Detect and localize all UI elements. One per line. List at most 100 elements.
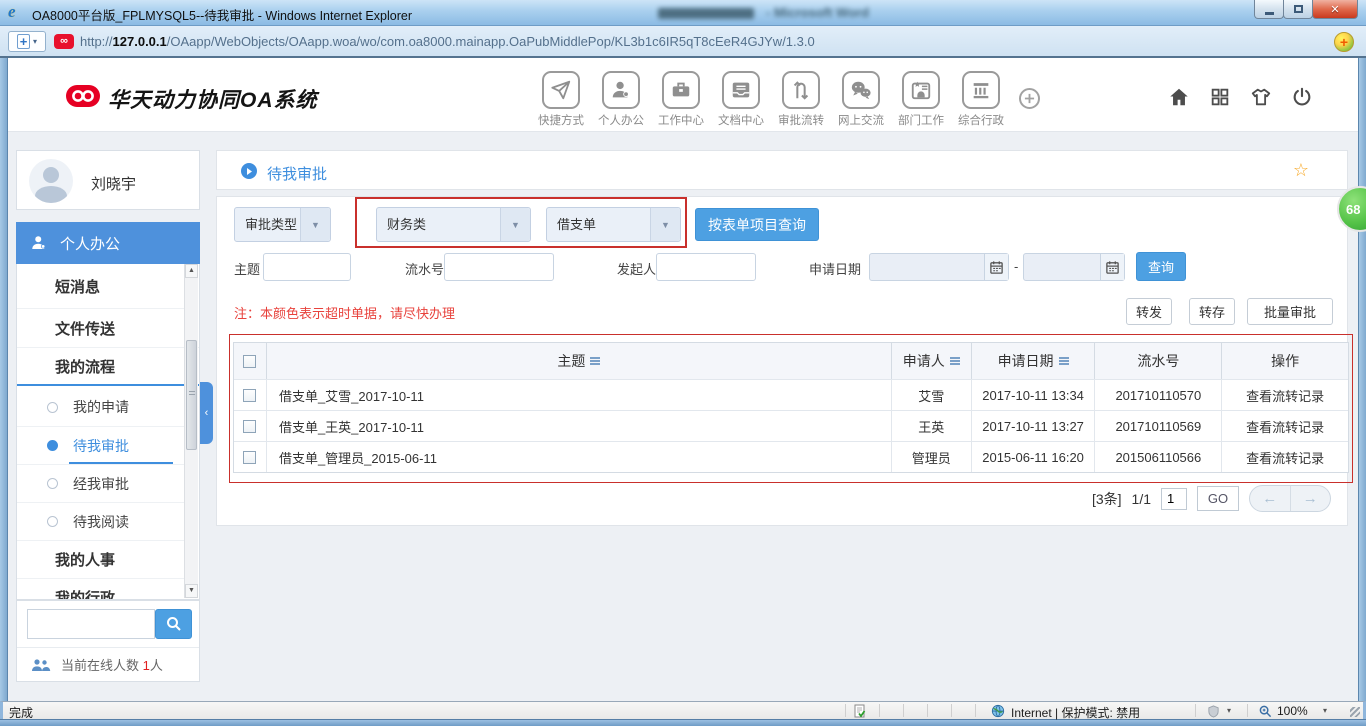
row-view-flow-link[interactable]: 查看流转记录 (1221, 380, 1348, 410)
prev-page-icon[interactable]: ← (1250, 486, 1291, 511)
calendar-icon[interactable] (984, 254, 1008, 280)
row-subject-link[interactable]: 借支单_艾雪_2017-10-11 (266, 380, 891, 410)
sidebar-item-pending-read[interactable]: 待我阅读 (17, 502, 187, 540)
window-frame-right (1358, 58, 1366, 701)
nav-item-work-center[interactable]: 工作中心 (657, 71, 705, 128)
nav-item-department-work[interactable]: 部门工作 (897, 71, 945, 128)
category-select[interactable]: 财务类 ▼ (376, 207, 531, 242)
serial-input[interactable] (444, 253, 554, 281)
batch-approve-button[interactable]: 批量审批 (1247, 298, 1333, 325)
row-subject-link[interactable]: 借支单_王英_2017-10-11 (266, 411, 891, 441)
home-icon[interactable] (1168, 86, 1190, 108)
online-users-icon (31, 658, 51, 672)
column-header-apply-date[interactable]: 申请日期 (971, 343, 1095, 379)
nav-item-online-chat[interactable]: 网上交流 (837, 71, 885, 128)
nav-item-document-center[interactable]: 文档中心 (717, 71, 765, 128)
url-host: 127.0.0.1 (113, 34, 167, 49)
radio-icon (47, 478, 58, 489)
subject-label: 主题 (234, 259, 260, 278)
nav-item-shortcuts[interactable]: 快捷方式 (537, 71, 585, 128)
column-header-applicant[interactable]: 申请人 (891, 343, 971, 379)
sidebar-item-messages[interactable]: 短消息 (17, 264, 187, 308)
nav-label: 网上交流 (838, 112, 884, 128)
date-from-input[interactable] (869, 253, 1009, 281)
sidebar-item-file-transfer[interactable]: 文件传送 (17, 308, 187, 347)
separator (951, 704, 952, 717)
sidebar-item-label: 待我阅读 (73, 512, 129, 532)
pagination: [3条] 1/1 GO ← → (1092, 485, 1331, 512)
form-item-query-button[interactable]: 按表单项目查询 (695, 208, 819, 241)
row-view-flow-link[interactable]: 查看流转记录 (1221, 411, 1348, 441)
sidebar-item-label: 文件传送 (55, 318, 115, 339)
scrollbar-thumb[interactable] (186, 340, 197, 450)
chevron-down-icon: ▼ (650, 208, 680, 241)
search-button[interactable] (155, 609, 192, 639)
sidebar-item-my-workflow[interactable]: 我的流程 (17, 347, 200, 386)
nav-item-approval-flow[interactable]: 审批流转 (777, 71, 825, 128)
row-checkbox[interactable] (243, 420, 256, 433)
row-checkbox[interactable] (243, 389, 256, 402)
url-scheme: http:// (80, 34, 113, 49)
address-field[interactable]: http://127.0.0.1/OAapp/WebObjects/OAapp.… (80, 34, 815, 49)
scroll-down-icon[interactable]: ▼ (185, 584, 198, 598)
security-zone-text: Internet | 保护模式: 禁用 (1011, 704, 1140, 721)
go-button[interactable]: GO (1197, 486, 1239, 511)
theme-shirt-icon[interactable] (1250, 86, 1272, 108)
resize-grip[interactable] (1350, 707, 1360, 717)
favorite-star-icon[interactable]: ☆ (1293, 160, 1309, 181)
row-view-flow-link[interactable]: 查看流转记录 (1221, 442, 1348, 472)
shortcut-send-icon (542, 71, 580, 109)
sidebar-scrollbar[interactable]: ▲ ▼ (184, 264, 198, 598)
sidebar-item-pending-approval[interactable]: 待我审批 (17, 426, 187, 464)
zoom-level[interactable]: 100% (1277, 704, 1308, 718)
maximize-button[interactable] (1283, 0, 1313, 19)
add-favorite-button[interactable]: + ▾ (8, 31, 46, 52)
sidebar-section-personal-office[interactable]: 个人办公 (16, 222, 200, 264)
column-header-subject[interactable]: 主题 (266, 343, 891, 379)
subject-input[interactable] (263, 253, 351, 281)
approval-table: 主题 申请人 申请日期 流水号 操作 借支单_艾雪_2017-10-11 艾雪 … (233, 342, 1349, 473)
select-all-checkbox[interactable] (243, 355, 256, 368)
sidebar-item-my-applications[interactable]: 我的申请 (17, 388, 187, 426)
browser-addon-icon[interactable]: + (1334, 32, 1354, 52)
nav-item-personal-office[interactable]: 个人办公 (597, 71, 645, 128)
approval-type-select[interactable]: 审批类型 ▼ (234, 207, 331, 242)
page-number-input[interactable] (1161, 488, 1187, 510)
sidebar-item-my-admin[interactable]: 我的行政 (17, 578, 187, 600)
window-frame-bottom (0, 719, 1366, 726)
sidebar-search-input[interactable] (27, 609, 155, 639)
column-label: 申请日期 (998, 351, 1054, 371)
form-type-select[interactable]: 借支单 ▼ (546, 207, 681, 242)
row-subject-link[interactable]: 借支单_管理员_2015-06-11 (266, 442, 891, 472)
sidebar-item-my-hr[interactable]: 我的人事 (17, 540, 187, 578)
next-page-icon[interactable]: → (1291, 486, 1331, 511)
sidebar-item-label: 我的流程 (55, 356, 115, 377)
filter-shield-icon[interactable] (1207, 705, 1220, 721)
scroll-up-icon[interactable]: ▲ (185, 264, 198, 278)
chevron-down-icon[interactable]: ▾ (1227, 706, 1231, 715)
title-arrow-icon (241, 163, 257, 179)
close-button[interactable]: ✕ (1312, 0, 1358, 19)
save-as-button[interactable]: 转存 (1189, 298, 1235, 325)
add-module-button[interactable] (1019, 88, 1040, 109)
query-button[interactable]: 查询 (1136, 252, 1186, 281)
sidebar-collapse-handle[interactable]: ‹ (200, 382, 213, 444)
background-word-window-title: - Microsoft Word (658, 5, 938, 20)
row-checkbox[interactable] (243, 451, 256, 464)
window-titlebar: e OA8000平台版_FPLMYSQL5--待我审批 - Windows In… (0, 0, 1366, 26)
apps-grid-icon[interactable] (1209, 86, 1231, 108)
minimize-button[interactable] (1254, 0, 1284, 19)
nav-item-admin-affairs[interactable]: 综合行政 (957, 71, 1005, 128)
forward-button[interactable]: 转发 (1126, 298, 1172, 325)
sidebar-item-approved-by-me[interactable]: 经我审批 (17, 464, 187, 502)
zoom-magnifier-icon[interactable] (1259, 705, 1272, 721)
work-center-icon (662, 71, 700, 109)
initiator-input[interactable] (656, 253, 756, 281)
date-to-input[interactable] (1023, 253, 1125, 281)
calendar-icon[interactable] (1100, 254, 1124, 280)
power-icon[interactable] (1291, 86, 1313, 108)
document-center-icon (722, 71, 760, 109)
nav-label: 部门工作 (898, 112, 944, 128)
chevron-down-icon[interactable]: ▾ (1323, 706, 1327, 715)
separator (879, 704, 880, 717)
